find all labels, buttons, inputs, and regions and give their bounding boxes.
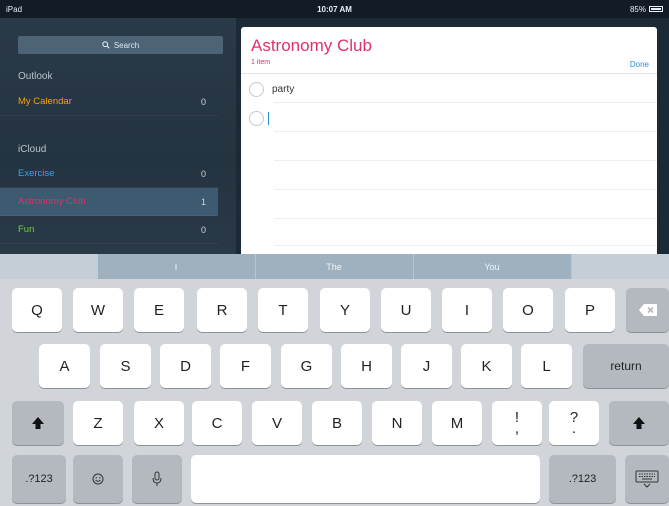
key-l[interactable]: L — [521, 344, 572, 388]
divider — [274, 218, 657, 219]
checkbox-circle-icon[interactable] — [249, 110, 264, 126]
punct-bottom: , — [514, 420, 520, 437]
key-p[interactable]: P — [565, 288, 615, 332]
clock: 10:07 AM — [317, 4, 352, 14]
microphone-icon — [152, 471, 162, 486]
reminder-item-new[interactable] — [249, 105, 657, 131]
key-t[interactable]: T — [258, 288, 308, 332]
divider — [274, 160, 657, 161]
delete-key[interactable] — [626, 288, 669, 332]
prediction-3[interactable]: You — [413, 254, 572, 279]
prediction-1[interactable]: I — [97, 254, 256, 279]
battery-icon — [649, 6, 663, 12]
space-bar[interactable] — [191, 455, 540, 503]
key-exclaim-comma[interactable]: ! , — [492, 401, 542, 445]
key-n[interactable]: N — [372, 401, 422, 445]
key-k[interactable]: K — [461, 344, 512, 388]
key-z[interactable]: Z — [73, 401, 123, 445]
dictation-key[interactable] — [132, 455, 182, 503]
key-h[interactable]: H — [341, 344, 392, 388]
key-s[interactable]: S — [100, 344, 151, 388]
divider — [241, 73, 657, 74]
list-name: Fun — [18, 224, 35, 235]
key-g[interactable]: G — [281, 344, 332, 388]
numbers-key-left[interactable]: .?123 — [12, 455, 66, 503]
key-y[interactable]: Y — [320, 288, 370, 332]
status-bar: iPad 10:07 AM 85% — [0, 0, 669, 18]
emoji-icon — [92, 473, 104, 485]
done-button[interactable]: Done — [630, 60, 649, 69]
list-count: 0 — [200, 224, 206, 235]
key-f[interactable]: F — [220, 344, 271, 388]
key-x[interactable]: X — [134, 401, 184, 445]
list-row-exercise[interactable]: Exercise 0 — [0, 160, 218, 188]
key-a[interactable]: A — [39, 344, 90, 388]
key-r[interactable]: R — [197, 288, 247, 332]
key-e[interactable]: E — [134, 288, 184, 332]
key-w[interactable]: W — [73, 288, 123, 332]
on-screen-keyboard: I The You Q W E R T Y U I O P A S D F G … — [0, 254, 669, 506]
shift-key-right[interactable] — [609, 401, 669, 445]
predict-bar-edge — [0, 254, 98, 279]
shift-icon — [633, 417, 645, 429]
key-o[interactable]: O — [503, 288, 553, 332]
key-i[interactable]: I — [442, 288, 492, 332]
return-key[interactable]: return — [583, 344, 669, 388]
prediction-2[interactable]: The — [255, 254, 414, 279]
reminder-text[interactable]: party — [272, 84, 294, 95]
key-b[interactable]: B — [312, 401, 362, 445]
reminder-item[interactable]: party — [249, 76, 657, 102]
predictive-text-bar: I The You — [0, 254, 669, 279]
key-question-period[interactable]: ? . — [549, 401, 599, 445]
section-header-outlook: Outlook — [18, 71, 53, 82]
shift-key-left[interactable] — [12, 401, 64, 445]
key-d[interactable]: D — [160, 344, 211, 388]
divider — [274, 245, 657, 246]
emoji-key[interactable] — [73, 455, 123, 503]
list-name: Astronomy Club — [18, 196, 86, 207]
text-cursor — [268, 111, 269, 125]
numbers-key-right[interactable]: .?123 — [549, 455, 616, 503]
divider — [274, 102, 657, 103]
list-name: Exercise — [18, 168, 55, 179]
item-count: 1 item — [251, 59, 271, 66]
list-count: 0 — [200, 96, 206, 107]
punct-stack: ? . — [570, 410, 578, 437]
list-row-fun[interactable]: Fun 0 — [0, 216, 218, 244]
punct-stack: ! , — [514, 410, 520, 437]
list-name: My Calendar — [18, 96, 72, 107]
key-u[interactable]: U — [381, 288, 431, 332]
shift-icon — [32, 417, 44, 429]
delete-icon — [638, 304, 657, 316]
list-count: 1 — [200, 196, 206, 207]
section-header-icloud: iCloud — [18, 144, 47, 155]
key-c[interactable]: C — [192, 401, 242, 445]
list-title: Astronomy Club — [251, 36, 372, 55]
list-row-astronomy-club[interactable]: Astronomy Club 1 — [0, 188, 218, 216]
reminder-list-panel: Astronomy Club 1 item Done party — [241, 27, 657, 254]
checkbox-circle-icon[interactable] — [249, 81, 264, 97]
predict-bar-edge — [571, 254, 669, 279]
hide-keyboard-key[interactable] — [625, 455, 669, 503]
punct-bottom: . — [571, 420, 577, 437]
divider — [274, 189, 657, 190]
list-count: 0 — [200, 168, 206, 179]
search-icon — [102, 41, 110, 49]
key-v[interactable]: V — [252, 401, 302, 445]
divider — [274, 131, 657, 132]
key-m[interactable]: M — [432, 401, 482, 445]
keyboard-hide-icon — [635, 470, 659, 488]
key-q[interactable]: Q — [12, 288, 62, 332]
search-placeholder: Search — [113, 40, 140, 50]
search-field[interactable]: Search — [18, 36, 223, 54]
sidebar: Search Outlook My Calendar 0 iCloud Exer… — [0, 18, 236, 254]
list-row-my-calendar[interactable]: My Calendar 0 — [0, 88, 218, 116]
key-j[interactable]: J — [401, 344, 452, 388]
